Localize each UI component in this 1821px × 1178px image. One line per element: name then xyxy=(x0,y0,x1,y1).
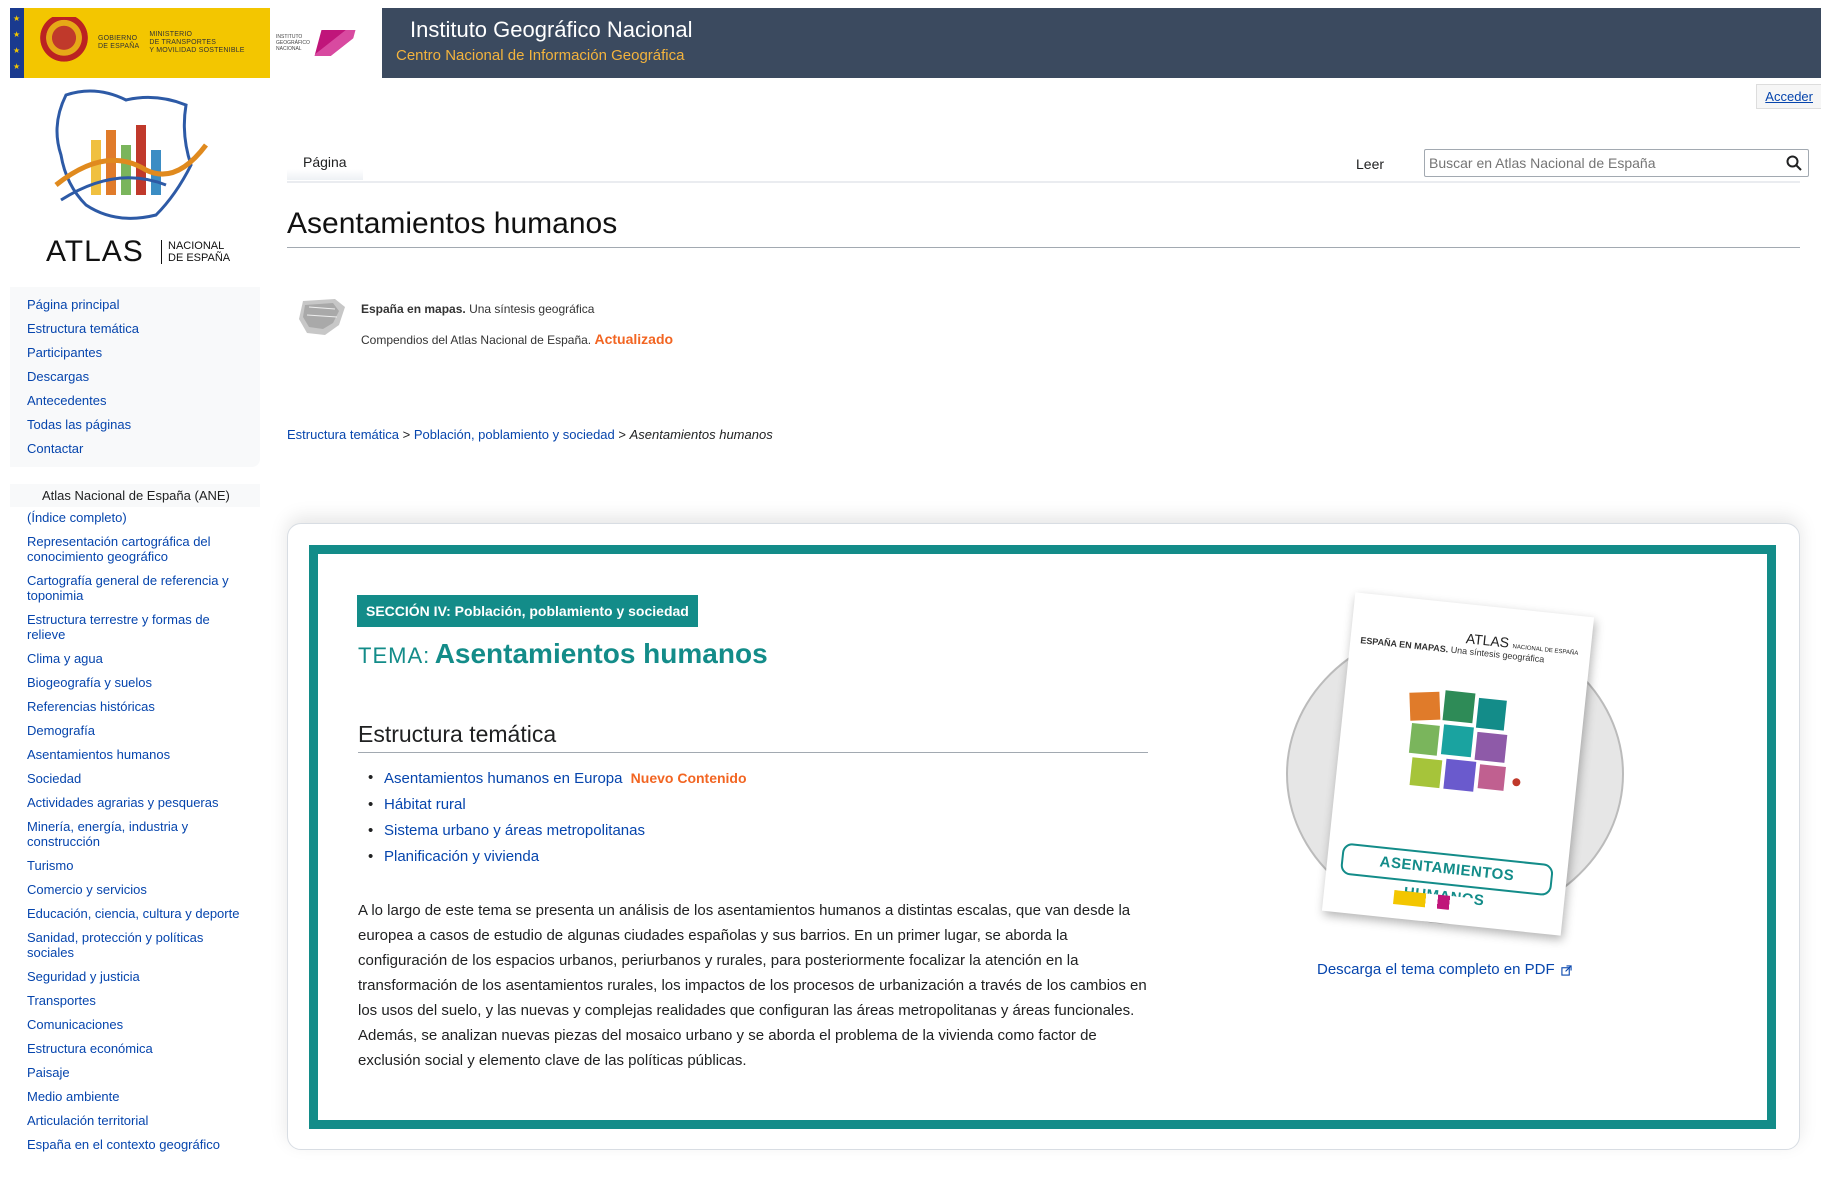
breadcrumb-current: Asentamientos humanos xyxy=(629,427,773,442)
sidebar-ane-item[interactable]: Cartografía general de referencia y topo… xyxy=(27,573,247,603)
search-icon[interactable] xyxy=(1786,155,1802,171)
download-pdf-label: Descarga el tema completo en PDF xyxy=(1317,961,1555,978)
coat-of-arms-icon xyxy=(40,17,88,69)
theme-heading: TEMA: Asentamientos humanos xyxy=(358,638,768,670)
sidebar-item-participants[interactable]: Participantes xyxy=(27,341,260,365)
institute-title[interactable]: Instituto Geográfico Nacional xyxy=(410,17,693,43)
list-item: Sistema urbano y áreas metropolitanas xyxy=(368,818,747,844)
spain-map-icon xyxy=(299,299,345,335)
cover-title-band: ASENTAMIENTOS HUMANOS xyxy=(1339,842,1555,909)
top-banner: ★ ★ ★ ★ GOBIERNO DE ESPAÑA MINISTERIO DE TRAN… xyxy=(10,8,1821,78)
sidebar-ane-item[interactable]: Clima y agua xyxy=(27,651,247,666)
sidebar-ane-item[interactable]: Representación cartográfica del conocimi… xyxy=(27,534,247,564)
topic-link-planning-housing[interactable]: Planificación y vivienda xyxy=(384,848,539,865)
government-logo[interactable]: ★ ★ ★ ★ GOBIERNO DE ESPAÑA MINISTERIO DE TRAN… xyxy=(10,8,270,78)
topic-link-europe[interactable]: Asentamientos humanos en Europa xyxy=(384,770,622,787)
page-title: Asentamientos humanos xyxy=(287,207,618,240)
new-content-badge: Nuevo Contenido xyxy=(630,770,747,786)
sidebar-ane-item[interactable]: Comunicaciones xyxy=(27,1017,247,1032)
compendium-title: España en mapas. Una síntesis geográfica xyxy=(361,302,594,316)
atlas-logo[interactable]: ATLAS NACIONAL DE ESPAÑA xyxy=(36,85,236,275)
topic-list: Asentamientos humanos en Europa Nuevo Co… xyxy=(368,765,747,870)
sidebar-ane-item[interactable]: Paisaje xyxy=(27,1065,247,1080)
topic-link-urban-system[interactable]: Sistema urbano y áreas metropolitanas xyxy=(384,822,645,839)
sidebar-ane-item[interactable]: Articulación territorial xyxy=(27,1113,247,1128)
download-pdf-link[interactable]: Descarga el tema completo en PDF xyxy=(1317,961,1572,978)
cover-spain-map-icon xyxy=(1408,690,1521,792)
sidebar-ane-heading: Atlas Nacional de España (ANE) xyxy=(10,484,260,507)
sidebar-ane-item[interactable]: Transportes xyxy=(27,993,247,1008)
institute-heading: Instituto Geográfico Nacional Centro Nac… xyxy=(382,8,693,78)
breadcrumb-separator: > xyxy=(618,427,626,442)
sidebar-ane-item[interactable]: Asentamientos humanos xyxy=(27,747,247,762)
search-box xyxy=(1424,149,1809,177)
theme-title: Asentamientos humanos xyxy=(434,638,768,669)
sidebar-ane-item[interactable]: Medio ambiente xyxy=(27,1089,247,1104)
compendium-subtitle: Una síntesis geográfica xyxy=(469,302,595,316)
tab-divider xyxy=(287,181,1800,183)
sidebar-ane-item[interactable]: Demografía xyxy=(27,723,247,738)
updated-badge: Actualizado xyxy=(594,331,674,347)
theme-prefix: TEMA: xyxy=(358,643,431,668)
sidebar-ane-item[interactable]: Sanidad, protección y políticas sociales xyxy=(27,930,247,960)
sidebar-ane-item[interactable]: Referencias históricas xyxy=(27,699,247,714)
gov-text: GOBIERNO DE ESPAÑA xyxy=(98,35,140,50)
compendium-info: Compendios del Atlas Nacional de España.… xyxy=(361,331,673,347)
sidebar-ane-item[interactable]: España en el contexto geográfico xyxy=(27,1137,247,1152)
list-item: Planificación y vivienda xyxy=(368,844,747,870)
sidebar-ane-item[interactable]: Estructura terrestre y formas de relieve xyxy=(27,612,247,642)
sidebar-ane-item[interactable]: Educación, ciencia, cultura y deporte xyxy=(27,906,247,921)
compendium-description: Compendios del Atlas Nacional de España. xyxy=(361,333,592,347)
logo-atlas-text: ATLAS xyxy=(46,235,144,268)
title-divider xyxy=(287,247,1800,248)
structure-heading: Estructura temática xyxy=(358,721,557,747)
ign-logo-icon xyxy=(314,30,356,56)
sidebar-item-main-page[interactable]: Página principal xyxy=(27,293,260,317)
sidebar-item-background[interactable]: Antecedentes xyxy=(27,389,260,413)
sidebar-item-downloads[interactable]: Descargas xyxy=(27,365,260,389)
sidebar-ane-item[interactable]: Seguridad y justicia xyxy=(27,969,247,984)
list-item: Hábitat rural xyxy=(368,792,747,818)
theme-description: A lo largo de este tema se presenta un a… xyxy=(358,902,1147,1069)
list-item: Asentamientos humanos en Europa Nuevo Co… xyxy=(368,765,747,792)
tab-read[interactable]: Leer xyxy=(1340,144,1401,182)
sidebar-ane-item[interactable]: Biogeografía y suelos xyxy=(27,675,247,690)
sidebar-ane-item[interactable]: Turismo xyxy=(27,858,247,873)
atlas-map-icon xyxy=(54,89,208,220)
tab-page[interactable]: Página xyxy=(287,144,363,182)
sidebar-navigation: Página principal Estructura temática Par… xyxy=(10,287,260,467)
compendium-title-bold[interactable]: España en mapas. xyxy=(361,302,466,316)
sidebar-ane-item[interactable]: Comercio y servicios xyxy=(27,882,247,897)
sidebar-item-all-pages[interactable]: Todas las páginas xyxy=(27,413,260,437)
sidebar-ane-item[interactable]: Sociedad xyxy=(27,771,247,786)
breadcrumb-separator: > xyxy=(402,427,411,442)
sidebar-ane-links: (Índice completo) Representación cartográ… xyxy=(27,510,247,1161)
theme-cover-image[interactable]: ATLAS NACIONAL DE ESPAÑA ESPAÑA EN MAPAS… xyxy=(1321,592,1595,936)
sidebar-ane-item[interactable]: Minería, energía, industria y construcci… xyxy=(27,819,247,849)
section-badge: SECCIÓN IV: Población, poblamiento y soc… xyxy=(357,595,698,627)
search-input[interactable] xyxy=(1425,150,1765,176)
eu-flag-icon: ★ ★ ★ ★ xyxy=(10,8,24,78)
breadcrumb-population[interactable]: Población, poblamiento y sociedad xyxy=(414,427,615,442)
ign-text: INSTITUTO GEOGRÁFICO NACIONAL xyxy=(276,34,310,52)
login-link[interactable]: Acceder xyxy=(1756,84,1821,109)
sidebar-item-contact[interactable]: Contactar xyxy=(27,437,260,461)
sidebar-ane-item[interactable]: Estructura económica xyxy=(27,1041,247,1056)
ign-logo[interactable]: INSTITUTO GEOGRÁFICO NACIONAL xyxy=(270,8,382,78)
topic-link-rural-habitat[interactable]: Hábitat rural xyxy=(384,796,466,813)
ministry-text: MINISTERIO DE TRANSPORTES Y MOVILIDAD SOST… xyxy=(149,31,245,54)
breadcrumb-thematic-structure[interactable]: Estructura temática xyxy=(287,427,399,442)
external-link-icon xyxy=(1561,964,1572,976)
logo-nacional-text: NACIONAL DE ESPAÑA xyxy=(161,240,230,264)
breadcrumb: Estructura temática > Población, poblami… xyxy=(287,427,773,442)
structure-divider xyxy=(358,752,1148,753)
sidebar-item-thematic-structure[interactable]: Estructura temática xyxy=(27,317,260,341)
sidebar-ane-item[interactable]: Actividades agrarias y pesqueras xyxy=(27,795,247,810)
institute-subtitle[interactable]: Centro Nacional de Información Geográfic… xyxy=(396,47,693,64)
sidebar-ane-item[interactable]: (Índice completo) xyxy=(27,510,247,525)
